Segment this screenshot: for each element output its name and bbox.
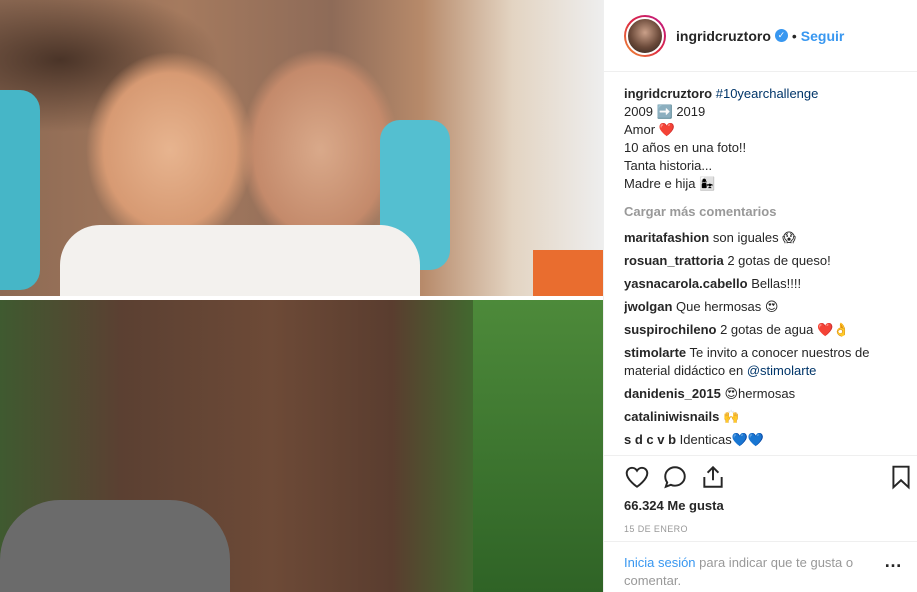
clothing-shape-2 [0, 500, 230, 592]
follow-button[interactable]: Seguir [801, 28, 845, 44]
comment-item: suspirochileno 2 gotas de agua ❤️👌 [624, 321, 914, 339]
heart-icon[interactable] [624, 464, 650, 490]
load-more-comments-button[interactable]: Cargar más comentarios [624, 203, 914, 221]
login-link[interactable]: Inicia sesión [624, 555, 696, 570]
avatar[interactable] [624, 14, 666, 57]
share-icon[interactable] [700, 464, 726, 490]
more-options-icon[interactable]: … [884, 552, 902, 570]
comment-text: 2 gotas de agua ❤️👌 [720, 322, 850, 337]
comment-username[interactable]: suspirochileno [624, 322, 716, 337]
login-prompt: Inicia sesión para indicar que te gusta … [604, 541, 917, 590]
caption-hashtag[interactable]: #10yearchallenge [716, 86, 819, 101]
comment-text: Que hermosas 😍 [676, 299, 779, 314]
clothing-shape [60, 225, 420, 296]
post-header: ingridcruztoro ✓ • Seguir [604, 0, 917, 72]
caption-header: ingridcruztoro #10yearchallenge [624, 85, 914, 103]
comments-section[interactable]: ingridcruztoro #10yearchallenge 2009 ➡️ … [624, 85, 914, 455]
comment-text: Identicas💙💙 [679, 432, 765, 447]
comment-icon[interactable] [662, 464, 688, 490]
pillow-shape [0, 90, 40, 290]
foliage-shape [473, 300, 603, 592]
background-shape [533, 250, 603, 296]
post-photo[interactable] [0, 0, 603, 592]
verified-badge-icon: ✓ [774, 29, 788, 42]
comment-item: s d c v b Identicas💙💙 [624, 431, 914, 449]
comment-item: yasnacarola.cabello Bellas!!!! [624, 275, 914, 293]
comment-username[interactable]: rosuan_trattoria [624, 253, 724, 268]
comment-item: jwolgan Que hermosas 😍 [624, 298, 914, 316]
comment-username[interactable]: cataliniwisnails [624, 409, 719, 424]
comment-text: Bellas!!!! [751, 276, 802, 291]
comment-username[interactable]: danidenis_2015 [624, 386, 721, 401]
caption-line: Amor ❤️ [624, 122, 675, 137]
comment-username[interactable]: stimolarte [624, 345, 686, 360]
comment-item: danidenis_2015 😍hermosas [624, 385, 914, 403]
comment-item: rosuan_trattoria 2 gotas de queso! [624, 252, 914, 270]
likes-count[interactable]: 66.324 Me gusta [624, 498, 724, 513]
divider [604, 455, 917, 456]
caption-line: Tanta historia... [624, 158, 713, 173]
separator-dot: • [791, 27, 797, 44]
comment-item: stimolarte Te invito a conocer nuestros … [624, 344, 914, 380]
comment-text: son iguales 😱 [712, 230, 796, 245]
caption-line: 10 años en una foto!! [624, 140, 747, 155]
caption-username[interactable]: ingridcruztoro [624, 86, 712, 101]
caption-line: 2009 ➡️ 2019 [624, 104, 706, 119]
avatar-image [626, 16, 664, 55]
comment-text: 🙌 [723, 409, 740, 424]
header-username[interactable]: ingridcruztoro [676, 28, 771, 44]
post-date[interactable]: 15 DE ENERO [624, 524, 688, 534]
comment-username[interactable]: s d c v b [624, 432, 676, 447]
comment-mention-link[interactable]: @stimolarte [747, 363, 817, 378]
photo-2019 [0, 300, 603, 592]
comment-username[interactable]: maritafashion [624, 230, 709, 245]
bookmark-icon[interactable] [888, 464, 914, 490]
comment-text: 😍hermosas [724, 386, 796, 401]
comment-username[interactable]: jwolgan [624, 299, 672, 314]
comment-item: cataliniwisnails 🙌 [624, 408, 914, 426]
photo-2009 [0, 0, 603, 296]
action-bar [624, 462, 914, 492]
post-side-panel: ingridcruztoro ✓ • Seguir ingridcruztoro… [603, 0, 917, 592]
comment-text: 2 gotas de queso! [727, 253, 831, 268]
caption-line: Madre e hija 👩‍👧 [624, 176, 716, 191]
comment-username[interactable]: yasnacarola.cabello [624, 276, 748, 291]
comment-item: maritafashion son iguales 😱 [624, 229, 914, 247]
